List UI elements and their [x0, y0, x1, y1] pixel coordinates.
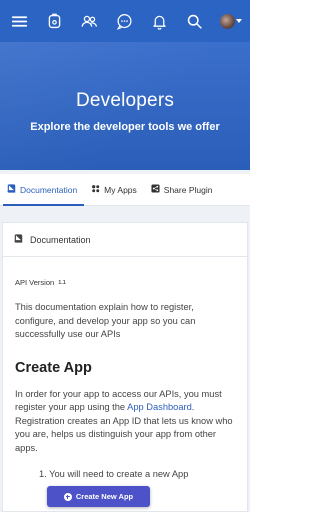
- book-icon: [7, 184, 16, 195]
- create-new-app-label: Create New App: [75, 492, 134, 501]
- tag-icon[interactable]: [45, 12, 63, 30]
- search-icon[interactable]: [185, 12, 203, 30]
- tab-label: Share Plugin: [163, 184, 213, 195]
- create-new-app-button[interactable]: Create New App: [47, 486, 150, 507]
- content-area: Documentation My Apps Share Plugin Docum…: [0, 170, 250, 512]
- avatar[interactable]: [220, 13, 235, 29]
- book-icon: [14, 234, 23, 245]
- intro-text: This documentation explain how to regist…: [15, 302, 196, 339]
- plus-circle-icon: [63, 492, 72, 501]
- tab-label: My Apps: [104, 184, 137, 195]
- share-icon: [151, 184, 160, 195]
- section-title: Create App: [15, 359, 92, 376]
- user-menu[interactable]: [220, 13, 242, 29]
- apps-icon: [91, 184, 100, 195]
- card-header: Documentation: [3, 223, 247, 257]
- chat-icon[interactable]: [115, 12, 133, 30]
- list-item: 1. You will need to create a new App: [39, 469, 189, 479]
- card-body: API Version 1.1 This documentation expla…: [3, 278, 247, 479]
- chevron-down-icon: [236, 19, 242, 23]
- tab-bar: Documentation My Apps Share Plugin: [0, 174, 250, 206]
- page-title: Developers: [75, 90, 175, 111]
- documentation-card: Documentation API Version 1.1 This docum…: [2, 222, 248, 512]
- tab-share-plugin[interactable]: Share Plugin: [144, 174, 220, 205]
- users-icon[interactable]: [80, 12, 98, 30]
- tab-my-apps[interactable]: My Apps: [84, 174, 144, 205]
- menu-icon[interactable]: [10, 12, 28, 30]
- top-nav-bar: [0, 0, 250, 42]
- api-version-badge: 1.1: [58, 279, 66, 286]
- app-dashboard-link[interactable]: App Dashboard: [127, 402, 192, 412]
- bell-icon[interactable]: [150, 12, 168, 30]
- tab-label: Documentation: [20, 184, 78, 195]
- api-version-label: API Version: [15, 278, 55, 287]
- api-version: API Version 1.1: [15, 278, 237, 287]
- page-subtitle: Explore the developer tools we offer: [30, 121, 220, 133]
- card-title: Documentation: [30, 234, 91, 245]
- tab-documentation[interactable]: Documentation: [0, 174, 85, 206]
- create-app-text: In order for your app to access our APIs…: [15, 388, 237, 456]
- hero-banner: Developers Explore the developer tools w…: [0, 42, 250, 170]
